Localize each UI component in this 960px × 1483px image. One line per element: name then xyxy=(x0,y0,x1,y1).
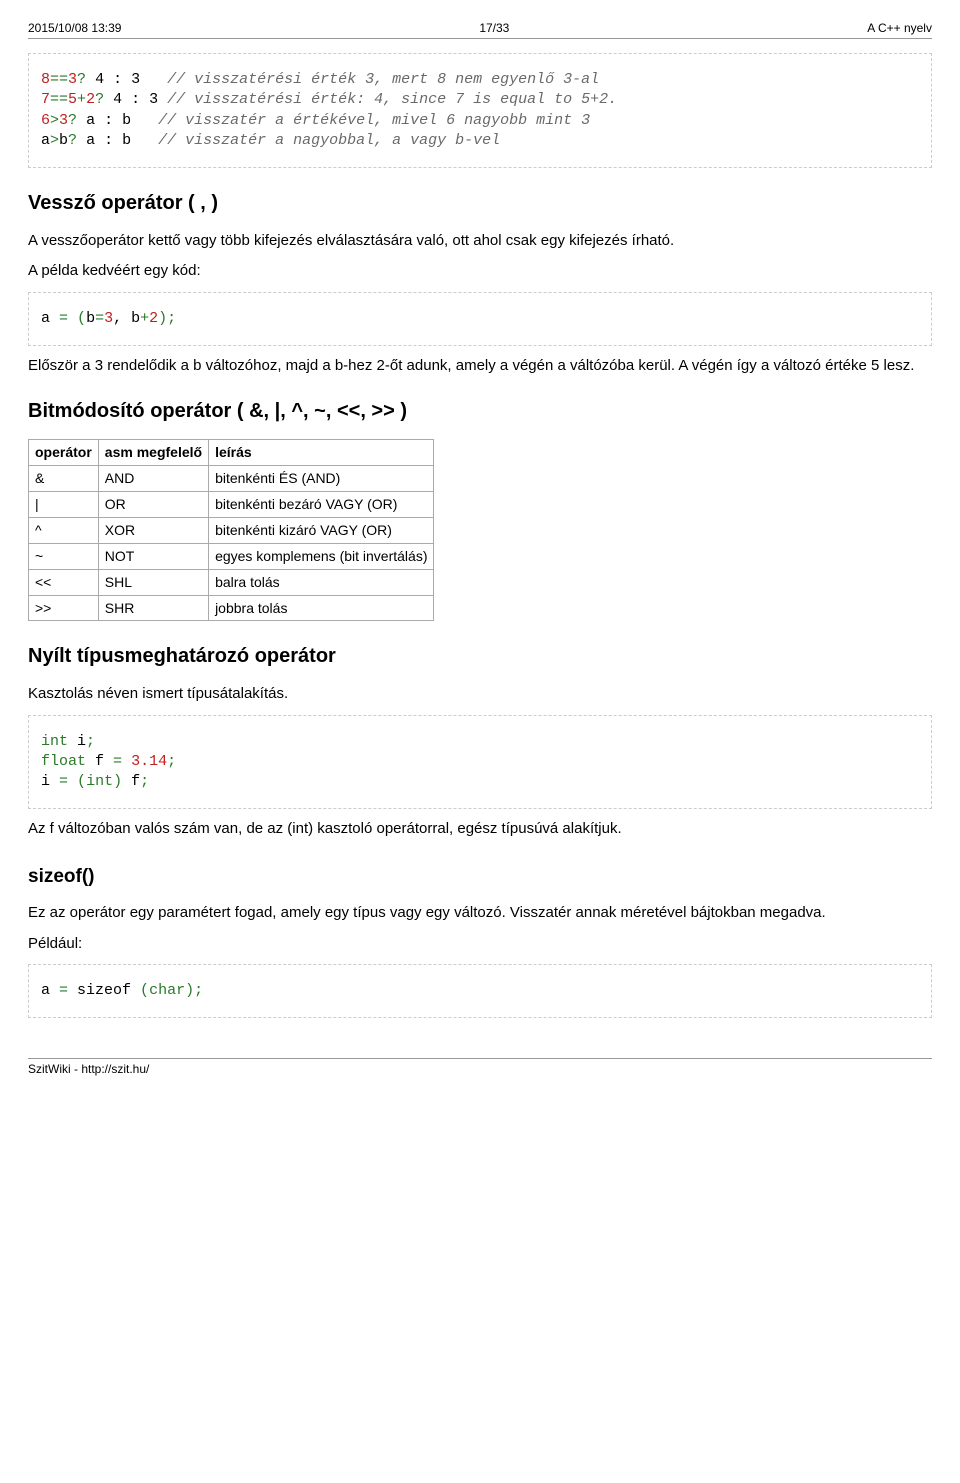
para-sizeof-desc: Ez az operátor egy paramétert fogad, ame… xyxy=(28,903,932,923)
table-row: | OR bitenkénti bezáró VAGY (OR) xyxy=(29,491,434,517)
table-row: & AND bitenkénti ÉS (AND) xyxy=(29,466,434,492)
heading-bitmod-operator: Bitmódosító operátor ( &, |, ^, ~, <<, >… xyxy=(28,398,932,425)
th-desc: leírás xyxy=(209,440,434,466)
code-block-comma: a = (b=3, b+2); xyxy=(28,292,932,346)
code-pre-2: a = (b=3, b+2); xyxy=(35,307,925,331)
bitmod-table: operátor asm megfelelő leírás & AND bite… xyxy=(28,439,434,621)
heading-sizeof: sizeof() xyxy=(28,864,932,890)
table-row: ~ NOT egyes komplemens (bit invertálás) xyxy=(29,543,434,569)
para-example2: Például: xyxy=(28,934,932,954)
footer-text: SzitWiki - http://szit.hu/ xyxy=(28,1062,149,1076)
code-block-sizeof: a = sizeof (char); xyxy=(28,964,932,1018)
header-title: A C++ nyelv xyxy=(867,20,932,36)
th-asm: asm megfelelő xyxy=(98,440,208,466)
para-example-intro: A példa kedvéért egy kód: xyxy=(28,261,932,281)
table-row: >> SHR jobbra tolás xyxy=(29,595,434,621)
table-header-row: operátor asm megfelelő leírás xyxy=(29,440,434,466)
code-pre-1: 8==3? 4 : 3 // visszatérési érték 3, mer… xyxy=(35,68,925,153)
heading-comma-operator: Vessző operátor ( , ) xyxy=(28,190,932,217)
page-footer: SzitWiki - http://szit.hu/ xyxy=(28,1058,932,1077)
code-pre-4: a = sizeof (char); xyxy=(35,979,925,1003)
header-page-number: 17/33 xyxy=(479,20,509,36)
th-operator: operátor xyxy=(29,440,99,466)
code-block-ternary: 8==3? 4 : 3 // visszatérési érték 3, mer… xyxy=(28,53,932,168)
code-pre-3: int i; float f = 3.14; i = (int) f; xyxy=(35,730,925,795)
page-header: 2015/10/08 13:39 17/33 A C++ nyelv xyxy=(28,20,932,39)
code-block-cast: int i; float f = 3.14; i = (int) f; xyxy=(28,715,932,810)
para-cast-desc: Kasztolás néven ismert típusátalakítás. xyxy=(28,684,932,704)
para-comma-desc: A vesszőoperátor kettő vagy több kifejez… xyxy=(28,231,932,251)
para-comma-explain: Először a 3 rendelődik a b változóhoz, m… xyxy=(28,356,932,376)
table-row: ^ XOR bitenkénti kizáró VAGY (OR) xyxy=(29,517,434,543)
para-cast-after: Az f változóban valós szám van, de az (i… xyxy=(28,819,932,839)
table-row: << SHL balra tolás xyxy=(29,569,434,595)
heading-cast-operator: Nyílt típusmeghatározó operátor xyxy=(28,643,932,670)
header-timestamp: 2015/10/08 13:39 xyxy=(28,20,121,36)
